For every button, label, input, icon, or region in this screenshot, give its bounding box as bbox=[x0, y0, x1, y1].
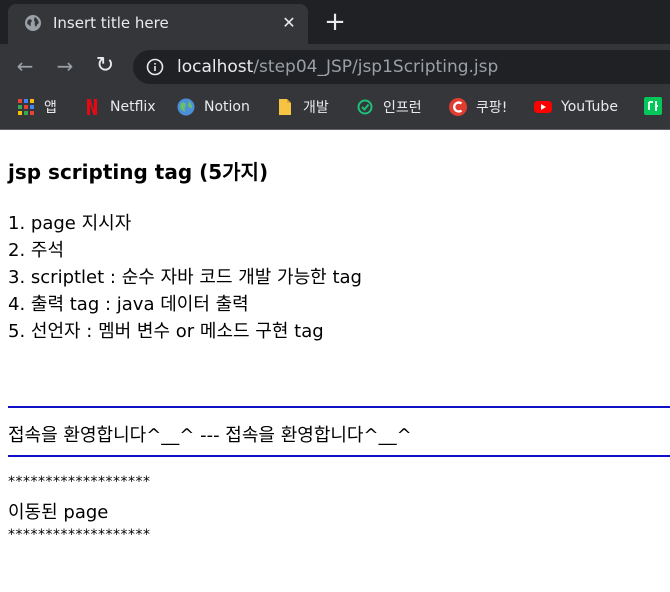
youtube-icon bbox=[534, 101, 552, 113]
url-text[interactable]: localhost/step04_JSP/jsp1Scripting.jsp bbox=[177, 57, 498, 77]
bookmark-label: 쿠팡! bbox=[476, 100, 508, 116]
tab-title: Insert title here bbox=[53, 14, 169, 32]
url-path: /step04_JSP/jsp1Scripting.jsp bbox=[253, 57, 499, 77]
divider-top bbox=[8, 406, 670, 408]
naver-bookmark-icon[interactable] bbox=[643, 96, 663, 116]
scripting-tag-list: 1. page 지시자 2. 주석 3. scriptlet : 순수 자바 코… bbox=[8, 210, 362, 345]
active-tab[interactable]: Insert title here ✕ bbox=[8, 4, 308, 44]
list-item: 3. scriptlet : 순수 자바 코드 개발 가능한 tag bbox=[8, 267, 362, 288]
bookmark-coupang[interactable]: 쿠팡! bbox=[449, 96, 507, 118]
bookmark-label: 개발 bbox=[303, 100, 329, 116]
bookmark-notion[interactable]: Notion bbox=[177, 96, 250, 118]
netflix-icon bbox=[87, 99, 97, 115]
notion-globe-icon bbox=[177, 98, 195, 116]
bookmark-inflearn[interactable]: 인프런 bbox=[356, 96, 422, 118]
list-item: 4. 출력 tag : java 데이터 출력 bbox=[8, 294, 249, 315]
stars-line-top: ******************* bbox=[8, 474, 151, 490]
bookmark-folder-dev[interactable]: 개발 bbox=[276, 96, 329, 118]
bookmark-label: Netflix bbox=[110, 99, 156, 115]
browser-chrome: Insert title here ✕ + ← → ↻ localhost/st… bbox=[0, 0, 670, 130]
apps-grid-icon bbox=[18, 99, 34, 115]
globe-icon bbox=[25, 15, 41, 31]
bookmark-label: YouTube bbox=[561, 99, 618, 115]
url-host: localhost bbox=[177, 57, 254, 77]
coupang-icon bbox=[449, 98, 467, 116]
bookmark-label: 앱 bbox=[44, 100, 57, 116]
address-bar[interactable]: localhost/step04_JSP/jsp1Scripting.jsp bbox=[133, 50, 670, 84]
folder-icon bbox=[279, 99, 291, 115]
bookmark-label: 인프런 bbox=[383, 100, 422, 116]
new-tab-button[interactable]: + bbox=[322, 9, 348, 36]
bookmark-netflix[interactable]: Netflix bbox=[83, 96, 156, 118]
list-item: 2. 주석 bbox=[8, 240, 65, 261]
bookmark-label: Notion bbox=[204, 99, 250, 115]
bookmark-youtube[interactable]: YouTube bbox=[534, 96, 618, 118]
bookmarks-bar: 앱 Netflix Notion 개발 인프런 쿠팡! YouTube bbox=[0, 88, 670, 128]
page-title: jsp scripting tag (5가지) bbox=[8, 160, 269, 184]
info-icon[interactable] bbox=[146, 58, 164, 76]
bookmark-apps[interactable]: 앱 bbox=[17, 96, 57, 118]
divider-bottom bbox=[8, 455, 670, 457]
list-item: 5. 선언자 : 멤버 변수 or 메소드 구현 tag bbox=[8, 321, 324, 342]
reload-icon[interactable]: ↻ bbox=[93, 54, 117, 78]
welcome-message: 접속을 환영합니다^__^ --- 접속을 환영합니다^__^ bbox=[8, 425, 412, 446]
page-content: jsp scripting tag (5가지) 1. page 지시자 2. 주… bbox=[0, 130, 670, 592]
moved-page-text: 이동된 page bbox=[8, 502, 109, 523]
inflearn-icon bbox=[357, 99, 373, 115]
browser-toolbar: ← → ↻ localhost/step04_JSP/jsp1Scripting… bbox=[0, 44, 670, 88]
list-item: 1. page 지시자 bbox=[8, 213, 132, 234]
tab-strip: Insert title here ✕ + bbox=[0, 0, 670, 44]
stars-line-bottom: ******************* bbox=[8, 527, 151, 543]
close-icon[interactable]: ✕ bbox=[278, 12, 300, 34]
back-arrow-icon[interactable]: ← bbox=[13, 54, 37, 78]
forward-arrow-icon[interactable]: → bbox=[53, 54, 77, 78]
